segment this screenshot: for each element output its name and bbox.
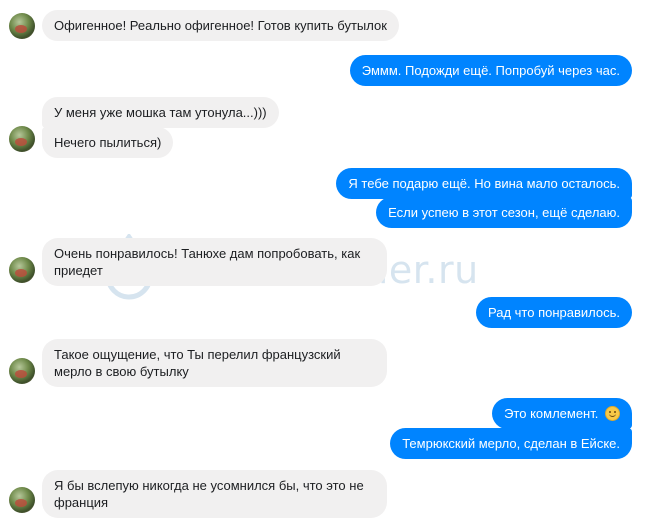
message-text: Я тебе подарю ещё. Но вина мало осталось… bbox=[348, 176, 620, 191]
avatar[interactable] bbox=[9, 126, 35, 152]
message-text: Эммм. Подожди ещё. Попробуй через час. bbox=[361, 63, 620, 78]
message-incoming: Очень понравилось! Танюхе дам попробоват… bbox=[42, 238, 387, 286]
message-outgoing: Темрюкский мерло, сделан в Ейске. bbox=[390, 428, 632, 459]
message-outgoing: Если успею в этот сезон, ещё сделаю. bbox=[376, 197, 632, 228]
avatar[interactable] bbox=[9, 257, 35, 283]
message-incoming: Нечего пылиться) bbox=[42, 127, 174, 158]
message-outgoing: Эммм. Подожди ещё. Попробуй через час. bbox=[349, 55, 632, 86]
message-text: Очень понравилось! Танюхе дам попробоват… bbox=[54, 246, 361, 278]
message-text: Нечего пылиться) bbox=[54, 135, 162, 150]
message-incoming: Я бы вслепую никогда не усомнился бы, чт… bbox=[42, 470, 387, 518]
message-text: Рад что понравилось. bbox=[487, 305, 620, 320]
avatar[interactable] bbox=[9, 13, 35, 39]
avatar[interactable] bbox=[9, 358, 35, 384]
message-outgoing: Рад что понравилось. bbox=[475, 297, 632, 328]
message-text: Офигенное! Реально офигенное! Готов купи… bbox=[54, 18, 387, 33]
message-text: Я бы вслепую никогда не усомнился бы, чт… bbox=[54, 478, 364, 510]
avatar[interactable] bbox=[9, 487, 35, 513]
message-incoming: Такое ощущение, что Ты перелил французск… bbox=[42, 339, 387, 387]
message-outgoing: Я тебе подарю ещё. Но вина мало осталось… bbox=[336, 168, 632, 199]
message-incoming: У меня уже мошка там утонула...))) bbox=[42, 97, 279, 128]
message-text: Если успею в этот сезон, ещё сделаю. bbox=[388, 205, 620, 220]
message-text: Такое ощущение, что Ты перелил французск… bbox=[54, 347, 341, 379]
message-outgoing: Это комлемент. bbox=[492, 398, 632, 429]
message-text: У меня уже мошка там утонула...))) bbox=[54, 105, 267, 120]
smiley-emoji-icon bbox=[605, 406, 620, 421]
message-text: Темрюкский мерло, сделан в Ейске. bbox=[402, 436, 620, 451]
message-text: Это комлемент. bbox=[504, 406, 599, 421]
message-incoming: Офигенное! Реально офигенное! Готов купи… bbox=[42, 10, 399, 41]
